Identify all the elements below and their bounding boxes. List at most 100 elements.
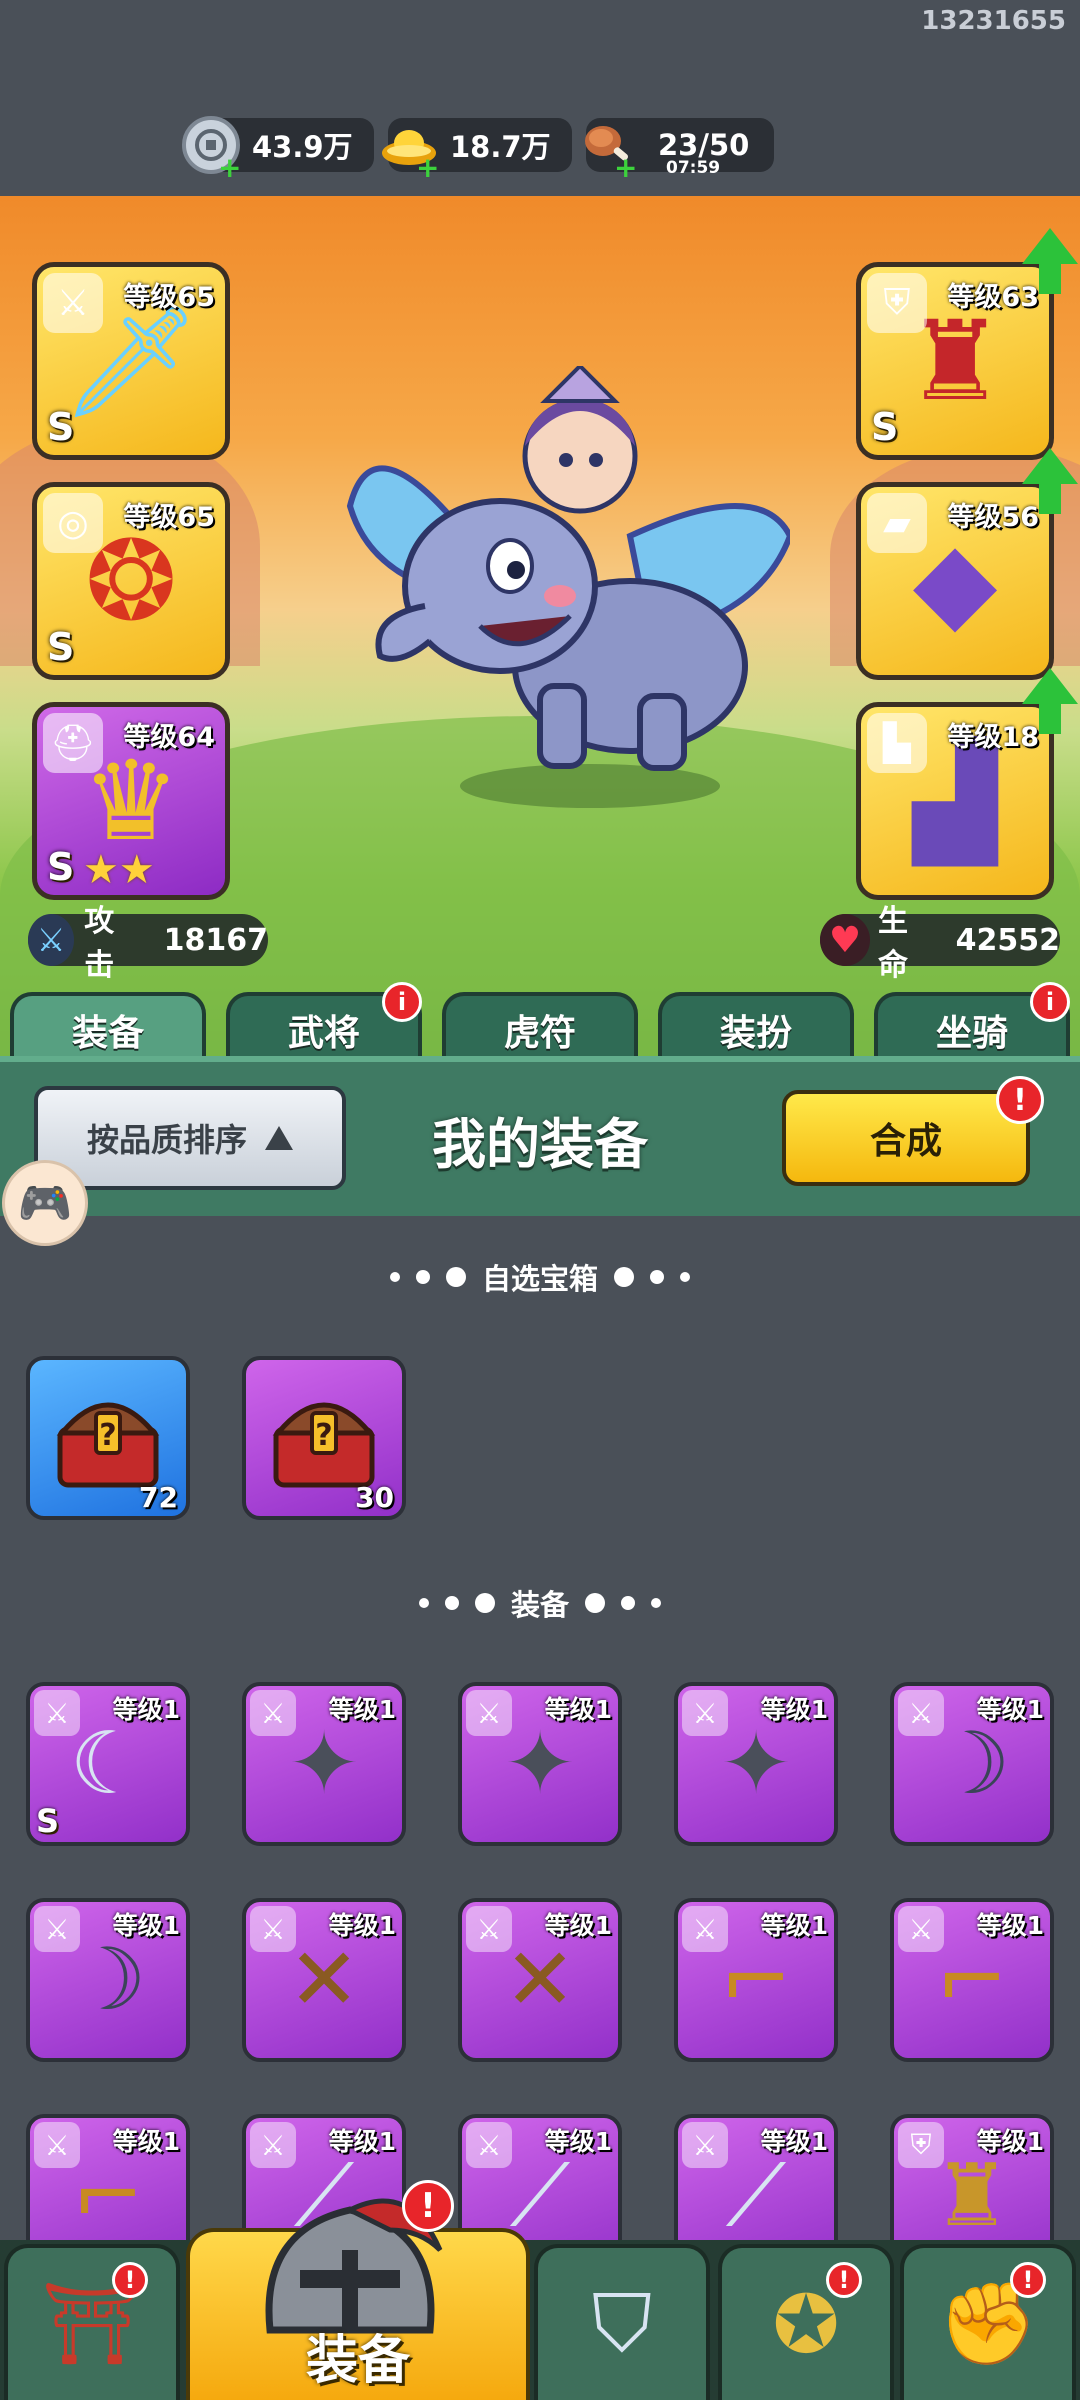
- equip-slot-amulet[interactable]: ◎ 等级65 ❂ S: [32, 482, 230, 680]
- crossbow-icon: ✕: [287, 1930, 361, 2030]
- equip-slot-helmet[interactable]: ⛑ 等级64 ♛ S ★★: [32, 702, 230, 900]
- hp-value: 42552: [955, 922, 1060, 958]
- chest-count: 30: [355, 1481, 394, 1514]
- tab-tiger-tally[interactable]: 虎符: [442, 992, 638, 1064]
- slot-level: 等级65: [123, 282, 215, 313]
- mystery-chest-icon: ?: [56, 1402, 160, 1488]
- sword-icon: ⚔: [34, 1906, 80, 1952]
- attack-stat: ⚔ 攻击 18167: [28, 904, 268, 983]
- star-rating-icon: ★★: [83, 847, 155, 893]
- item-level: 等级1: [976, 1911, 1044, 1940]
- sword-icon: ⚔: [466, 1690, 512, 1736]
- equip-slot-weapon[interactable]: ⚔ 等级65 🗡 S: [32, 262, 230, 460]
- svg-text:?: ?: [315, 1418, 332, 1453]
- merge-button[interactable]: 合成: [782, 1090, 1030, 1186]
- sort-label: 按品质排序: [86, 1121, 247, 1159]
- item-level: 等级1: [112, 2127, 180, 2156]
- curved-blade-icon: ☽: [933, 1714, 1011, 1814]
- tab-equipment[interactable]: 装备: [10, 992, 206, 1064]
- item-level: 等级1: [112, 1695, 180, 1724]
- golden-gun-icon: ⌐: [71, 2146, 145, 2246]
- equipment-item[interactable]: ⚔ 等级1 ✦: [242, 1682, 406, 1846]
- golden-armor-icon: ♜: [933, 2146, 1011, 2246]
- equipment-item[interactable]: ⚔ 等级1 ☽: [890, 1682, 1054, 1846]
- grade-badge: S: [47, 845, 75, 889]
- equipment-item[interactable]: ⚔ 等级1 ☽: [26, 1898, 190, 2062]
- sword-icon: ⚔: [250, 1690, 296, 1736]
- silver-resource[interactable]: 43.9万 +: [182, 116, 374, 184]
- item-level: 等级1: [976, 1695, 1044, 1724]
- gold-value: 18.7万: [450, 130, 551, 164]
- grade-badge: S: [47, 405, 75, 449]
- nav-training-button[interactable]: ✊: [900, 2244, 1076, 2400]
- shield-swords-icon: ⛉: [592, 2277, 652, 2370]
- page-title: 我的装备: [432, 1113, 648, 1176]
- upgrade-arrow-icon: [1022, 228, 1078, 294]
- heart-icon: ♥: [820, 914, 870, 966]
- section-equipment-label: 装备: [510, 1588, 569, 1622]
- upgrade-arrow-icon: [1022, 448, 1078, 514]
- sword-icon: ⚔: [466, 2122, 512, 2168]
- attack-label: 攻击: [84, 904, 115, 983]
- bracer-icon: ▰: [867, 493, 927, 553]
- helmet-icon: ⛑: [43, 713, 103, 773]
- item-level: 等级1: [760, 1911, 828, 1940]
- equipment-item[interactable]: ⚔ 等级1 ✕: [242, 1898, 406, 2062]
- chest-item[interactable]: ? 30: [242, 1356, 406, 1520]
- attack-value: 18167: [163, 922, 268, 958]
- ornate-scimitar-icon: ☾: [69, 1714, 147, 1814]
- chest-item[interactable]: ? 72: [26, 1356, 190, 1520]
- equipment-item[interactable]: ⚔ 等级1 ⌐: [674, 1898, 838, 2062]
- nav-fortress-badge: !: [112, 2262, 148, 2298]
- equipment-item[interactable]: ⚔ 等级1 ✦: [674, 1682, 838, 1846]
- nav-recruit-button[interactable]: ✪: [718, 2244, 894, 2400]
- stamina-timer: 07:59: [666, 158, 721, 178]
- sword-icon: ⚔: [34, 2122, 80, 2168]
- sword-icon: ⚔: [250, 2122, 296, 2168]
- add-silver-icon[interactable]: +: [218, 151, 241, 184]
- item-level: 等级1: [976, 2127, 1044, 2156]
- gamepad-icon: 🎮: [17, 1178, 73, 1229]
- nav-equipment-badge: !: [402, 2180, 454, 2232]
- gold-resource[interactable]: 18.7万 +: [382, 118, 572, 184]
- attack-sword-icon: ⚔: [28, 914, 75, 966]
- armor-icon: ⛨: [898, 2122, 944, 2168]
- item-level: 等级1: [544, 1695, 612, 1724]
- sword-icon: ⚔: [898, 1690, 944, 1736]
- equipment-item[interactable]: ⚔ 等级1 ✕: [458, 1898, 622, 2062]
- shuriken-icon: ✦: [719, 1714, 793, 1814]
- hp-stat: ♥ 生命 42552: [820, 904, 1060, 983]
- tab-outfit[interactable]: 装扮: [658, 992, 854, 1064]
- slot-level: 等级64: [123, 722, 215, 753]
- section-chests-label: 自选宝箱: [481, 1262, 598, 1296]
- add-stamina-icon[interactable]: +: [614, 151, 637, 184]
- item-level: 等级1: [328, 1695, 396, 1724]
- equipment-item[interactable]: ⚔ 等级1 ☾ S: [26, 1682, 190, 1846]
- grade-badge: S: [47, 625, 75, 669]
- item-level: 等级1: [328, 2127, 396, 2156]
- equipment-item[interactable]: ⚔ 等级1 ✦: [458, 1682, 622, 1846]
- boot-icon: ▙: [867, 713, 927, 773]
- equipment-item[interactable]: ⚔ 等级1 ⌐: [890, 1898, 1054, 2062]
- sort-by-quality-button[interactable]: 按品质排序: [34, 1086, 346, 1190]
- grade-badge: S: [36, 1802, 60, 1840]
- section-equipment: 装备: [0, 1582, 1080, 1624]
- nav-training-badge: !: [1010, 2262, 1046, 2298]
- medal-icon: ◎: [43, 493, 103, 553]
- nav-battle-button[interactable]: ⛉: [534, 2244, 710, 2400]
- stamina-resource[interactable]: 23/50 07:59 +: [585, 118, 774, 184]
- mystery-chest-icon: ?: [272, 1402, 376, 1488]
- grade-badge: S: [871, 405, 899, 449]
- chest-count: 72: [139, 1481, 178, 1514]
- nav-fortress-button[interactable]: ⛩: [4, 2244, 180, 2400]
- hp-label: 生命: [877, 904, 908, 983]
- shuriken-icon: ✦: [287, 1714, 361, 1814]
- user-id: 13231655: [921, 6, 1066, 36]
- sword-icon: ⚔: [898, 1906, 944, 1952]
- sword-icon: ⚔: [34, 1690, 80, 1736]
- merge-alert-badge: !: [996, 1076, 1044, 1124]
- gamepad-float-button[interactable]: 🎮: [2, 1160, 88, 1246]
- add-gold-icon[interactable]: +: [416, 151, 439, 184]
- svg-text:?: ?: [99, 1418, 116, 1453]
- curved-blade-icon: ☽: [69, 1930, 147, 2030]
